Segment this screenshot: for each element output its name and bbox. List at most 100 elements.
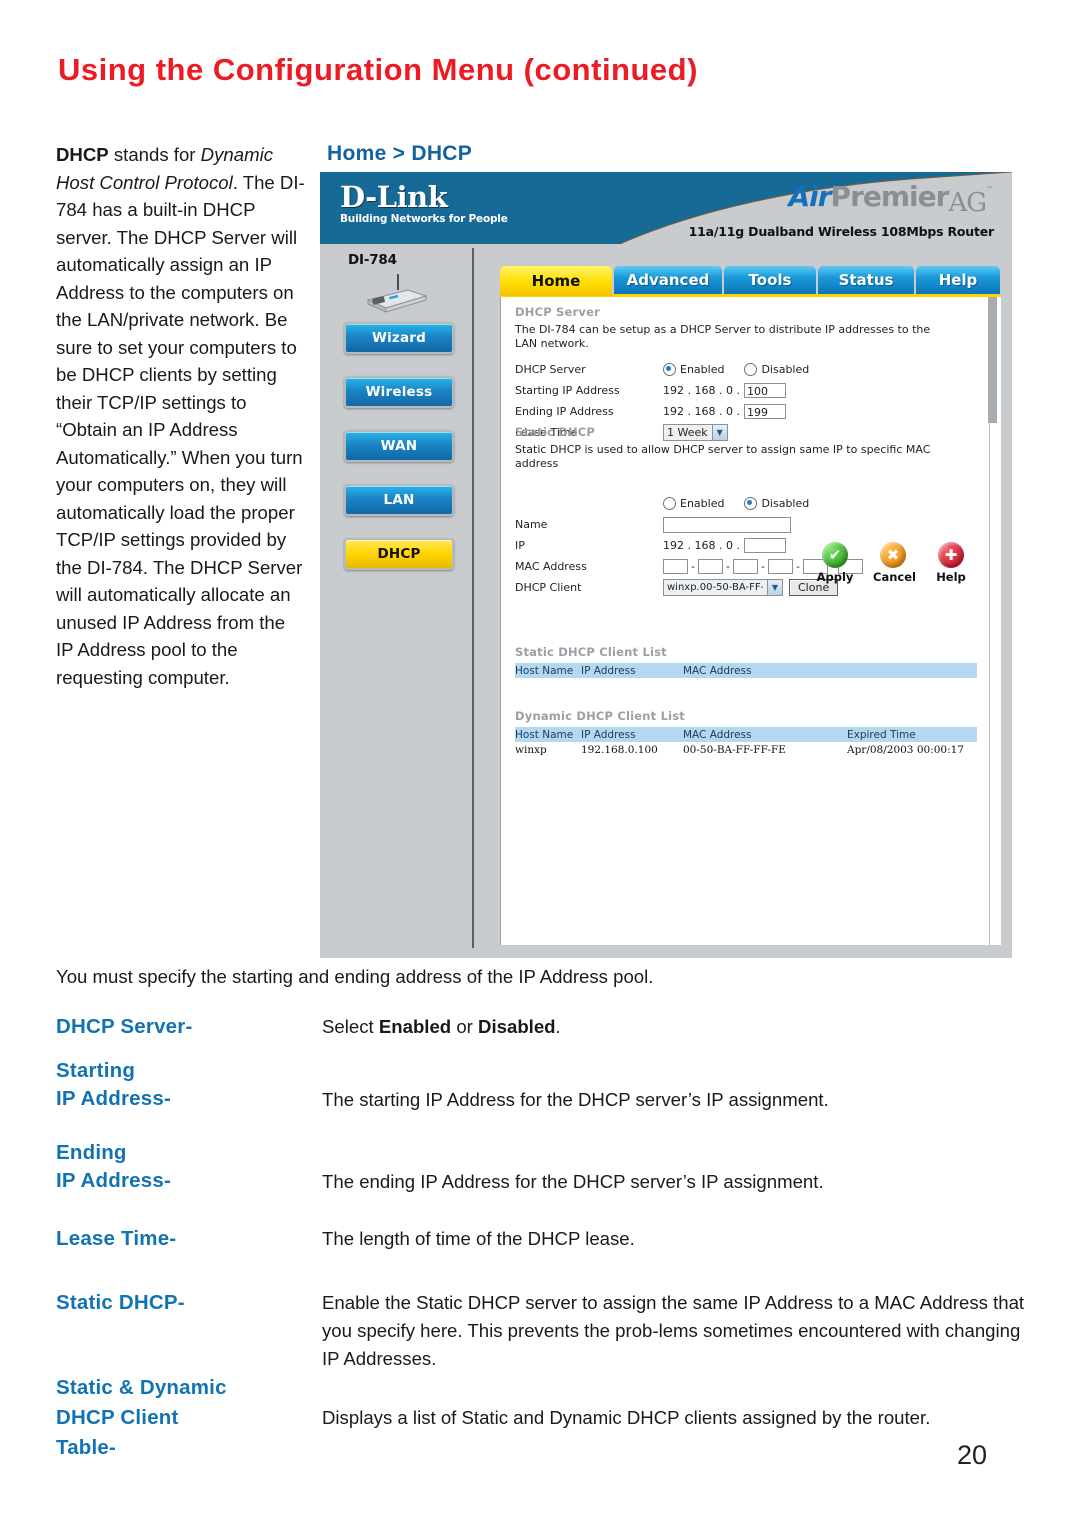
manual-page: Using the Configuration Menu (continued)… <box>0 0 1080 1529</box>
sidebar-item-wizard[interactable]: Wizard <box>344 322 454 354</box>
router-tabbar: Home Advanced Tools Status Help <box>500 266 1000 296</box>
content-scrollbar[interactable] <box>988 297 999 945</box>
label-static-enabled: Enabled <box>680 497 725 510</box>
tab-home[interactable]: Home <box>500 266 612 296</box>
sidebar-label-lan: LAN <box>383 492 415 508</box>
close-icon: ✖ <box>880 542 906 568</box>
apply-button[interactable]: ✔ Apply <box>815 542 855 584</box>
label-mac-address: MAC Address <box>515 560 587 573</box>
dyn-row-ip-address: 192.168.0.100 <box>581 744 658 756</box>
definition-term-dhcp-server: DHCP Server- <box>56 1015 193 1038</box>
help-button[interactable]: ✚ Help <box>931 542 971 584</box>
bold-disabled: Disabled <box>478 1016 556 1037</box>
definition-term-ending-2: IP Address- <box>56 1169 171 1192</box>
ending-ip-input[interactable]: 199 <box>743 404 786 419</box>
nav-divider <box>472 248 474 948</box>
mac-dash-2: - <box>726 560 730 573</box>
mac-octet-1[interactable] <box>663 559 688 574</box>
tab-tools[interactable]: Tools <box>724 266 816 294</box>
static-client-list-header: Host Name IP Address MAC Address <box>515 663 977 678</box>
field-static-name: Name <box>515 514 965 535</box>
field-static-dhcp-toggle: Enabled Disabled <box>515 493 965 514</box>
tab-label-advanced: Advanced <box>626 271 710 289</box>
starting-ip-prefix: 192 . 168 . 0 . <box>663 384 740 397</box>
tab-advanced[interactable]: Advanced <box>614 266 722 294</box>
dyn-row-mac-address: 00-50-BA-FF-FF-FE <box>683 744 786 756</box>
router-header: D-Link Building Networks for People AirP… <box>320 172 1012 244</box>
brand-trademark-icon: ™ <box>986 185 994 194</box>
definition-term-client-table-2: DHCP Client <box>56 1406 179 1429</box>
definition-desc-lease-time: The length of time of the DHCP lease. <box>322 1228 635 1249</box>
brand-air: Air <box>788 180 831 213</box>
label-starting-ip: Starting IP Address <box>515 384 620 397</box>
definition-term-starting-1: Starting <box>56 1059 136 1082</box>
left-body-rest1: stands for <box>108 144 201 165</box>
field-starting-ip: Starting IP Address 192 . 168 . 0 . 100 <box>515 380 955 401</box>
cancel-button[interactable]: ✖ Cancel <box>873 542 916 584</box>
cancel-label: Cancel <box>873 570 916 584</box>
router-main-panel: Home Advanced Tools Status Help DHCP Ser… <box>488 244 1012 958</box>
radio-static-enabled[interactable] <box>663 497 676 510</box>
mac-octet-3[interactable] <box>733 559 758 574</box>
scrollbar-thumb[interactable] <box>988 297 997 423</box>
mac-octet-2[interactable] <box>698 559 723 574</box>
dhcp-server-section-title: DHCP Server <box>515 305 600 319</box>
left-body-lead: DHCP <box>56 144 109 165</box>
radio-static-disabled[interactable] <box>744 497 758 510</box>
router-ui-screenshot: D-Link Building Networks for People AirP… <box>320 172 1012 958</box>
dlink-logo-tagline: Building Networks for People <box>340 213 508 225</box>
tab-status[interactable]: Status <box>818 266 914 294</box>
router-side-nav: DI-784 Wizard Wireless WAN LAN DHCP <box>320 244 488 958</box>
sidebar-item-dhcp[interactable]: DHCP <box>344 538 454 570</box>
static-dhcp-section-desc: Static DHCP is used to allow DHCP server… <box>515 443 931 470</box>
static-name-input[interactable] <box>663 516 791 533</box>
tab-label-tools: Tools <box>748 271 792 289</box>
left-body-rest2: . The DI-784 has a built-in DHCP server.… <box>56 171 305 688</box>
dynamic-client-list-header: Host Name IP Address MAC Address Expired… <box>515 727 977 742</box>
page-number: 20 <box>957 1440 988 1470</box>
plus-icon: ✚ <box>938 542 964 568</box>
dhcp-server-section-desc: The DI-784 can be setup as a DHCP Server… <box>515 323 931 350</box>
sidebar-label-dhcp: DHCP <box>377 546 421 562</box>
sidebar-item-wireless[interactable]: Wireless <box>344 376 454 408</box>
sidebar-item-lan[interactable]: LAN <box>344 484 454 516</box>
field-ending-ip: Ending IP Address 192 . 168 . 0 . 199 <box>515 401 955 422</box>
static-ip-prefix: 192 . 168 . 0 . <box>663 539 740 552</box>
definition-term-static-dhcp: Static DHCP- <box>56 1291 185 1314</box>
dhcp-client-select[interactable]: winxp.00-50-BA-FF-FF-FE ▼ <box>663 579 783 596</box>
tab-help[interactable]: Help <box>916 266 1000 294</box>
radio-dhcp-disabled[interactable] <box>744 363 758 376</box>
apply-label: Apply <box>816 570 854 584</box>
help-label: Help <box>936 570 966 584</box>
mac-dash-1: - <box>691 560 695 573</box>
left-body-text: DHCP stands for Dynamic Host Control Pro… <box>56 141 306 691</box>
definition-desc-starting-ip: The starting IP Address for the DHCP ser… <box>322 1089 829 1110</box>
radio-dhcp-enabled[interactable] <box>663 363 676 376</box>
static-dhcp-section-title: Static DHCP <box>515 425 596 439</box>
definition-term-client-table-3: Table- <box>56 1436 117 1459</box>
static-hdr-mac-address: MAC Address <box>683 664 752 677</box>
definition-desc-static-dhcp: Enable the Static DHCP server to assign … <box>322 1292 1025 1369</box>
definition-term-starting-2: IP Address- <box>56 1087 171 1110</box>
page-title: Using the Configuration Menu (continued) <box>58 52 698 87</box>
mac-octet-4[interactable] <box>768 559 793 574</box>
label-dhcp-server: DHCP Server <box>515 363 586 376</box>
label-static-disabled: Disabled <box>761 497 810 510</box>
starting-ip-input[interactable]: 100 <box>743 383 786 398</box>
definition-term-lease-time: Lease Time- <box>56 1227 177 1250</box>
sidebar-label-wireless: Wireless <box>365 384 433 400</box>
label-static-ip: IP <box>515 539 525 552</box>
dyn-hdr-host-name: Host Name <box>515 728 574 741</box>
chevron-down-icon-client: ▼ <box>767 580 782 595</box>
sidebar-item-wan[interactable]: WAN <box>344 430 454 462</box>
label-static-name: Name <box>515 518 548 531</box>
definition-desc-ending-ip: The ending IP Address for the DHCP serve… <box>322 1171 824 1192</box>
brand-tagline: 11a/11g Dualband Wireless 108Mbps Router <box>688 224 995 239</box>
bold-enabled: Enabled <box>378 1016 452 1037</box>
sidebar-label-wizard: Wizard <box>371 330 426 346</box>
definition-desc-client-table: Displays a list of Static and Dynamic DH… <box>322 1407 931 1428</box>
mac-dash-4: - <box>796 560 800 573</box>
dyn-hdr-expired-time: Expired Time <box>847 728 916 741</box>
label-ending-ip: Ending IP Address <box>515 405 614 418</box>
static-ip-input[interactable] <box>743 538 786 553</box>
